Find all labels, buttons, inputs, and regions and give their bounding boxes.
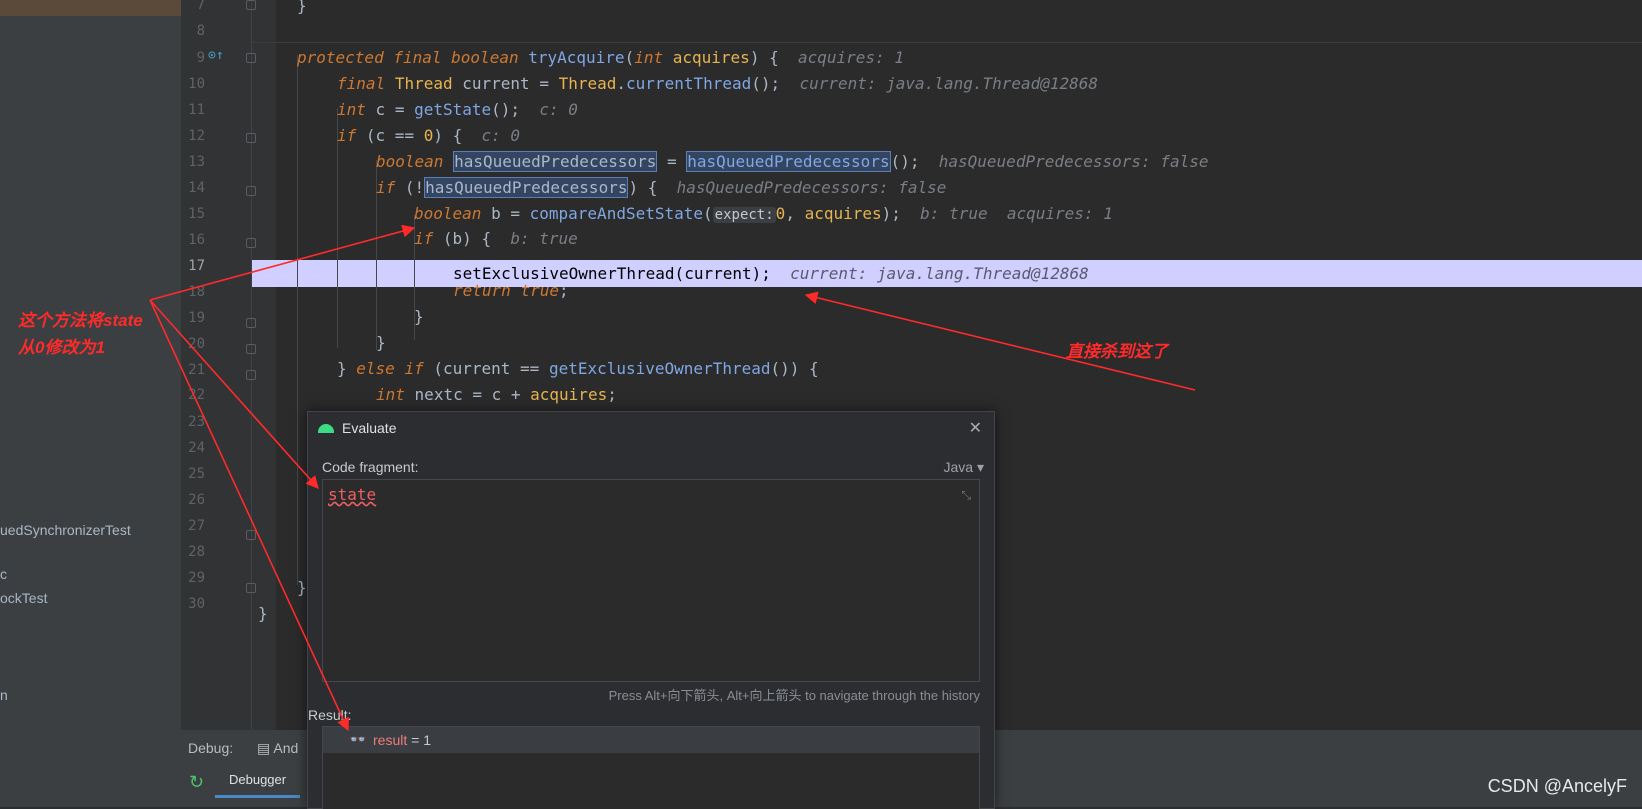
fold-marker[interactable] <box>246 238 256 248</box>
line-number[interactable]: 23 <box>181 414 205 430</box>
code-line-19[interactable]: } <box>414 303 424 330</box>
line-number[interactable]: 9 <box>181 50 205 66</box>
gutter-divider <box>251 0 252 730</box>
code-line-16[interactable]: if (b) { b: true <box>414 225 578 252</box>
code-line-30[interactable]: } <box>258 600 268 627</box>
line-number[interactable]: 10 <box>181 76 205 92</box>
project-toolbar <box>0 0 181 16</box>
line-number[interactable]: 19 <box>181 310 205 326</box>
line-number[interactable]: 29 <box>181 570 205 586</box>
code-line-11[interactable]: int c = getState(); c: 0 <box>337 96 578 123</box>
line-number[interactable]: 17 <box>181 258 205 274</box>
code-line-7[interactable]: } <box>297 0 307 19</box>
session-icon: ▤ <box>257 740 274 756</box>
line-number[interactable]: 25 <box>181 466 205 482</box>
code-line-10[interactable]: final Thread current = Thread.currentThr… <box>337 70 1098 97</box>
expression-input[interactable]: state ⤡ <box>322 479 980 682</box>
collapse-icon[interactable]: ⤡ <box>961 488 971 503</box>
annotation-left-2: 从0修改为1 <box>18 338 105 357</box>
annotation-right: 直接杀到这了 <box>1066 342 1168 361</box>
debug-label: Debug: <box>188 740 234 756</box>
result-value: = 1 <box>407 732 431 748</box>
line-number[interactable]: 27 <box>181 518 205 534</box>
code-fragment-label: Code fragment: <box>322 459 419 475</box>
code-line-15[interactable]: boolean b = compareAndSetState(expect: 0,… <box>414 200 1113 227</box>
line-number[interactable]: 26 <box>181 492 205 508</box>
code-line-21[interactable]: } else if (current == getExclusiveOwnerT… <box>337 355 819 382</box>
debug-session-tab[interactable]: ▤ And <box>257 740 298 757</box>
line-number[interactable]: 30 <box>181 596 205 612</box>
project-panel: uedSynchronizerTest c ockTest n <box>0 0 181 807</box>
line-number[interactable]: 11 <box>181 102 205 118</box>
evaluate-dialog: Evaluate ✕ Code fragment: Java ▾ state ⤡… <box>307 411 995 809</box>
fold-marker[interactable] <box>246 186 256 196</box>
watermark: CSDN @AncelyF <box>1487 776 1627 796</box>
code-line-29[interactable]: } <box>297 574 307 601</box>
language-select[interactable]: Java ▾ <box>944 459 985 476</box>
expression-text: state <box>328 485 377 504</box>
code-line-13[interactable]: boolean hasQueuedPredecessors = hasQueue… <box>376 148 1208 175</box>
line-number[interactable]: 14 <box>181 180 205 196</box>
result-name: result <box>373 732 408 748</box>
code-line-20[interactable]: } <box>376 329 386 356</box>
line-number[interactable]: 28 <box>181 544 205 560</box>
line-number[interactable]: 18 <box>181 284 205 300</box>
method-separator <box>252 42 1642 43</box>
override-icon[interactable]: ⊙↑ <box>208 48 224 63</box>
rerun-icon[interactable]: ↻ <box>189 772 204 793</box>
fold-marker[interactable] <box>246 583 256 593</box>
annotation-left-1: 这个方法将state <box>18 311 143 330</box>
project-item[interactable]: ockTest <box>0 590 47 606</box>
android-icon <box>318 424 334 433</box>
line-number[interactable]: 15 <box>181 206 205 222</box>
fold-marker[interactable] <box>246 344 256 354</box>
tab-debugger[interactable]: Debugger <box>215 772 301 798</box>
project-item[interactable]: uedSynchronizerTest <box>0 522 131 538</box>
fold-marker[interactable] <box>246 318 256 328</box>
parameter-hint: expect: <box>712 207 776 223</box>
project-item[interactable]: n <box>0 687 8 703</box>
result-row[interactable]: 👓 result = 1 <box>323 727 979 753</box>
result-tree[interactable]: 👓 result = 1 <box>322 726 980 809</box>
fold-marker[interactable] <box>246 530 256 540</box>
line-number[interactable]: 24 <box>181 440 205 456</box>
code-line-18[interactable]: return true; <box>453 277 569 304</box>
fold-marker[interactable] <box>246 0 256 10</box>
indent-guide <box>297 55 298 585</box>
code-line-22[interactable]: int nextc = c + acquires; <box>376 381 617 408</box>
code-line-9[interactable]: protected final boolean tryAcquire(int a… <box>297 44 904 71</box>
history-hint: Press Alt+向下箭头, Alt+向上箭头 to navigate thr… <box>608 688 980 703</box>
code-line-14[interactable]: if (!hasQueuedPredecessors) { hasQueuedP… <box>376 174 946 201</box>
line-number[interactable]: 21 <box>181 362 205 378</box>
fold-marker[interactable] <box>246 133 256 143</box>
result-label: Result: <box>308 707 352 723</box>
chevron-down-icon: ▾ <box>973 459 984 475</box>
project-item[interactable]: c <box>0 566 7 582</box>
close-icon[interactable]: ✕ <box>969 418 982 438</box>
line-number[interactable]: 12 <box>181 128 205 144</box>
editor-gutter <box>181 0 276 807</box>
line-number[interactable]: 8 <box>181 23 205 39</box>
line-number[interactable]: 13 <box>181 154 205 170</box>
watch-glasses-icon: 👓 <box>349 731 367 747</box>
line-number[interactable]: 22 <box>181 387 205 403</box>
line-number[interactable]: 20 <box>181 336 205 352</box>
fold-marker[interactable] <box>246 53 256 63</box>
line-number[interactable]: 16 <box>181 232 205 248</box>
dialog-title: Evaluate <box>342 420 397 436</box>
line-number[interactable]: 7 <box>181 0 205 13</box>
fold-marker[interactable] <box>246 370 256 380</box>
code-line-12[interactable]: if (c == 0) { c: 0 <box>337 122 520 149</box>
